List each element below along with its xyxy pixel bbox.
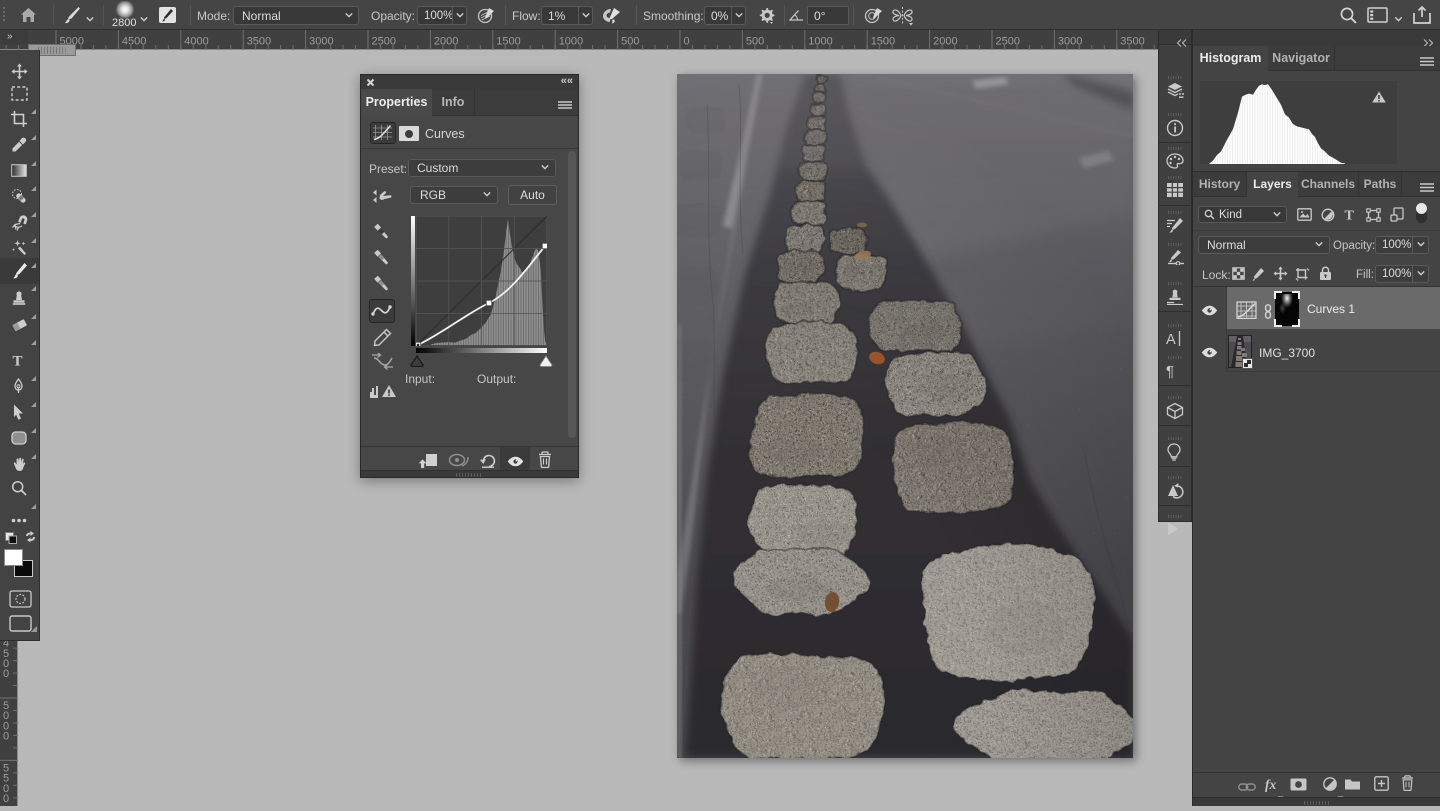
svg-text:A: A [1166,332,1176,348]
svg-text:2500: 2500 [372,36,396,48]
svg-text:3000: 3000 [1058,36,1082,48]
svg-text:500: 500 [746,36,764,48]
svg-text:3500: 3500 [247,36,271,48]
svg-text:T: T [1345,209,1355,222]
svg-text:2000: 2000 [434,36,458,48]
svg-text:0: 0 [3,668,9,680]
svg-text:4000: 4000 [184,36,208,48]
svg-text:2000: 2000 [933,36,957,48]
svg-text:1500: 1500 [496,36,520,48]
svg-text:0: 0 [3,793,9,805]
svg-text:3500: 3500 [1120,36,1144,48]
svg-text:2500: 2500 [996,36,1020,48]
svg-text:1500: 1500 [871,36,895,48]
svg-text:¶: ¶ [1166,363,1174,379]
svg-text:T: T [13,354,23,368]
svg-text:4500: 4500 [122,36,146,48]
svg-text:0: 0 [3,731,9,743]
svg-text:1000: 1000 [808,36,832,48]
svg-text:0: 0 [684,36,690,48]
svg-text:500: 500 [621,36,639,48]
svg-text:1000: 1000 [559,36,583,48]
svg-text:3000: 3000 [309,36,333,48]
